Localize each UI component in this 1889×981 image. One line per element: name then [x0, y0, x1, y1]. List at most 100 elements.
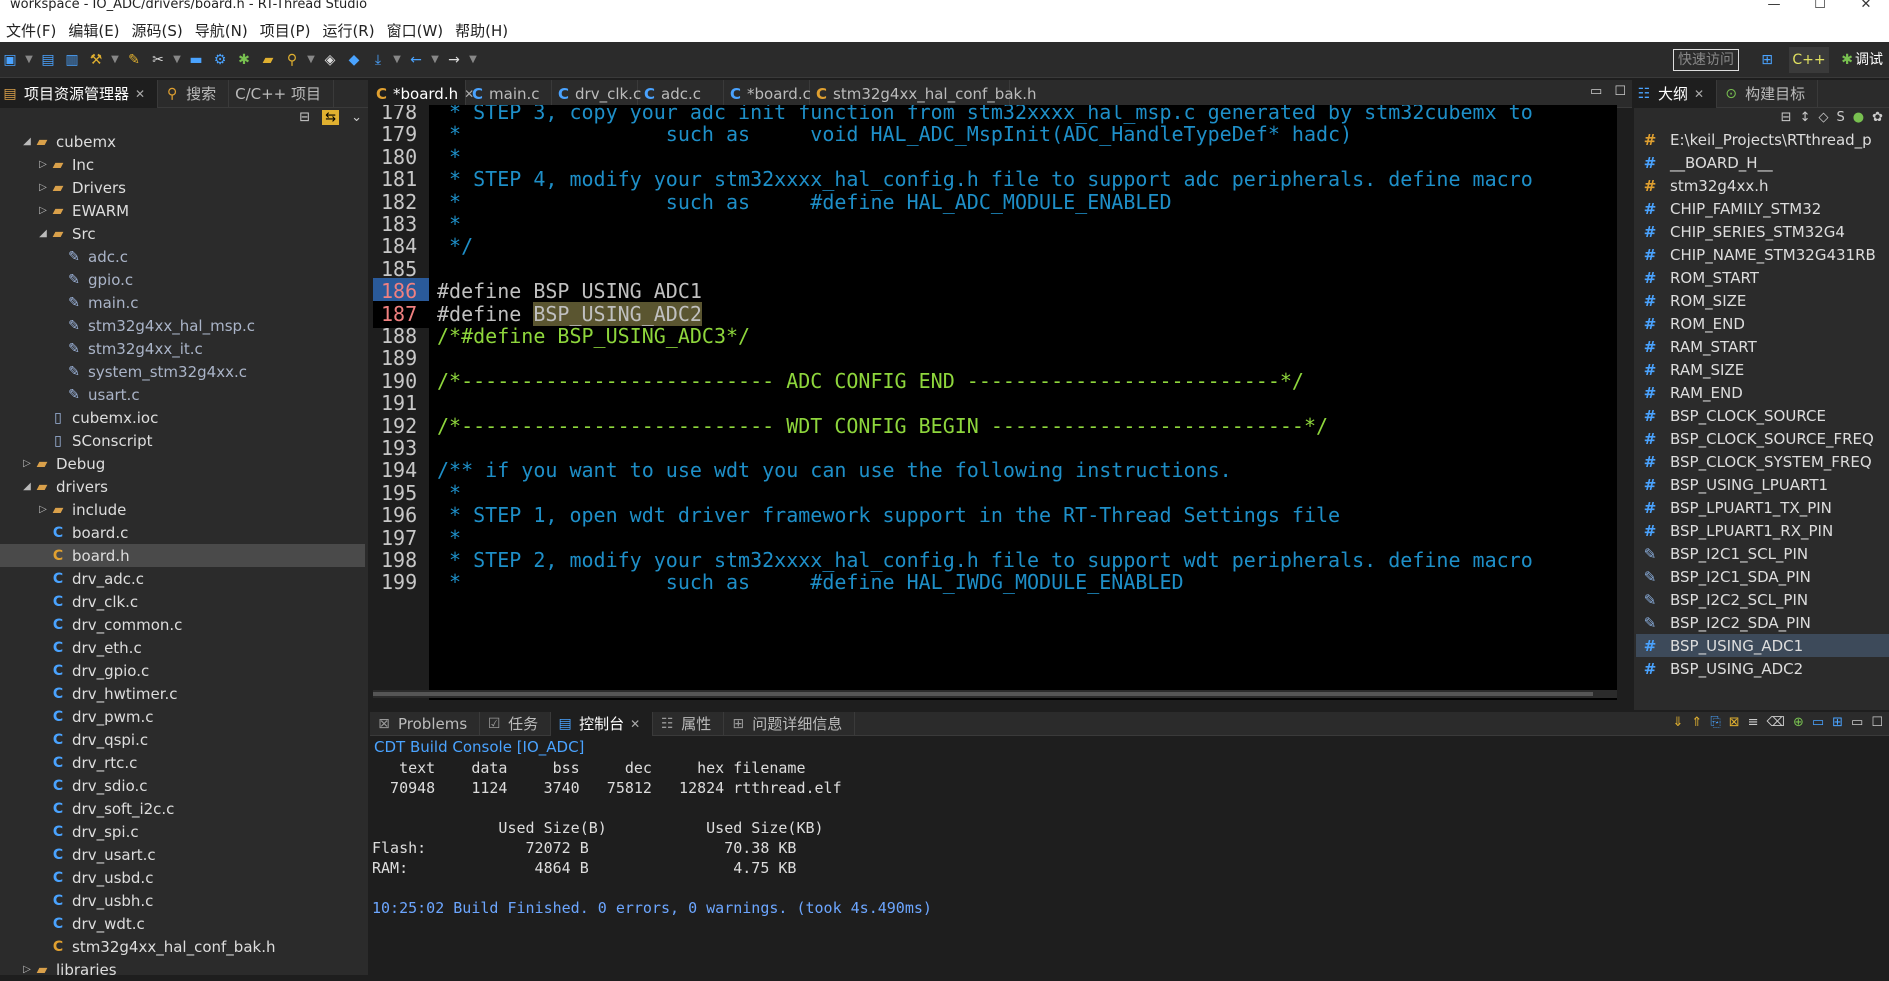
chevron-down-icon[interactable]: ▼ — [110, 49, 120, 71]
menu-source[interactable]: 源码(S) — [126, 20, 189, 41]
chevron-down-icon[interactable]: ▼ — [468, 49, 478, 71]
tree-item[interactable]: ◢ ▰ Src — [0, 222, 365, 245]
hide-fields-icon[interactable]: ◇ — [1818, 110, 1828, 125]
hide-nonpublic-icon[interactable]: ● — [1853, 110, 1864, 125]
chevron-down-icon[interactable]: ▼ — [430, 49, 440, 71]
collapsed-arrow-icon[interactable]: ▷ — [20, 458, 34, 469]
save-all-icon[interactable]: ▥ — [62, 49, 82, 71]
outline-item[interactable]: ✎ BSP_I2C2_SCL_PIN — [1636, 588, 1889, 611]
close-icon[interactable]: ✕ — [630, 717, 640, 731]
collapsed-arrow-icon[interactable]: ▷ — [36, 205, 50, 216]
hide-static-icon[interactable]: S — [1836, 110, 1844, 125]
tree-item[interactable]: Cdrv_clk.c — [0, 590, 365, 613]
tree-item[interactable]: Cdrv_usbd.c — [0, 866, 365, 889]
bottom-tab[interactable]: ⊠ Problems — [370, 711, 481, 736]
tree-item[interactable]: ▯ SConscript — [0, 429, 365, 452]
tree-item[interactable]: Cboard.c — [0, 521, 365, 544]
minimize-icon[interactable]: ▭ — [1851, 715, 1863, 730]
display-console-icon[interactable]: ▭ — [1812, 715, 1824, 730]
save-icon[interactable]: ▤ — [38, 49, 58, 71]
expanded-arrow-icon[interactable]: ◢ — [20, 136, 34, 147]
tree-item[interactable]: ▷ ▰ libraries — [0, 958, 365, 981]
close-button[interactable]: ✕ — [1843, 0, 1889, 18]
maximize-icon[interactable]: ☐ — [1871, 715, 1883, 730]
layers-icon[interactable]: ◆ — [344, 49, 364, 71]
tree-item[interactable]: Cdrv_soft_i2c.c — [0, 797, 365, 820]
collapsed-arrow-icon[interactable]: ▷ — [36, 504, 50, 515]
settings-icon[interactable]: ✿ — [1872, 110, 1883, 125]
chevron-down-icon[interactable]: ▼ — [172, 49, 182, 71]
clear-console-icon[interactable]: ⌫ — [1767, 715, 1785, 730]
tree-item[interactable]: ✎ system_stm32g4xx.c — [0, 360, 365, 383]
outline-item[interactable]: # BSP_USING_ADC1 — [1636, 634, 1889, 657]
tree-item[interactable]: Cdrv_rtc.c — [0, 751, 365, 774]
minimize-icon[interactable]: ▭ — [1590, 84, 1602, 99]
back-icon[interactable]: ← — [406, 49, 426, 71]
tree-item[interactable]: ✎ usart.c — [0, 383, 365, 406]
outline-item[interactable]: # BSP_LPUART1_RX_PIN — [1636, 519, 1889, 542]
package-icon[interactable]: ◈ — [320, 49, 340, 71]
code-editor[interactable]: 178 * STEP 3, copy your adc init functio… — [373, 105, 1617, 700]
menu-run[interactable]: 运行(R) — [316, 20, 380, 41]
expanded-arrow-icon[interactable]: ◢ — [20, 481, 34, 492]
outline-item[interactable]: # CHIP_SERIES_STM32G4 — [1636, 220, 1889, 243]
chevron-down-icon[interactable]: ▼ — [392, 49, 402, 71]
editor-tab[interactable]: Cmain.c — [466, 79, 552, 108]
tools-icon[interactable]: ✂ — [148, 49, 168, 71]
menu-window[interactable]: 窗口(W) — [381, 20, 450, 41]
close-icon[interactable]: ✕ — [135, 87, 145, 101]
outline-item[interactable]: # ROM_SIZE — [1636, 289, 1889, 312]
outline-item[interactable]: # RAM_END — [1636, 381, 1889, 404]
pin-icon[interactable]: ⊕ — [1793, 715, 1804, 730]
bottom-tab[interactable]: ☷ 属性 — [653, 711, 725, 736]
outline-item[interactable]: # ROM_END — [1636, 312, 1889, 335]
tree-item[interactable]: Cstm32g4xx_hal_conf_bak.h — [0, 935, 365, 958]
expanded-arrow-icon[interactable]: ◢ — [36, 228, 50, 239]
word-wrap-icon[interactable]: ≡ — [1748, 715, 1759, 730]
new-console-icon[interactable]: ⊞ — [1832, 715, 1843, 730]
settings-icon[interactable]: ⚙ — [210, 49, 230, 71]
tree-item[interactable]: Cdrv_usart.c — [0, 843, 365, 866]
menu-help[interactable]: 帮助(H) — [449, 20, 514, 41]
collapse-all-icon[interactable]: ⊟ — [1781, 110, 1792, 125]
chevron-down-icon[interactable]: ▼ — [24, 49, 34, 71]
outline-item[interactable]: ✎ BSP_I2C1_SDA_PIN — [1636, 565, 1889, 588]
perspective-grid-icon[interactable]: ⊞ — [1761, 47, 1773, 73]
link-editor-icon[interactable]: ⇆ — [322, 110, 340, 125]
tree-item[interactable]: Cdrv_adc.c — [0, 567, 365, 590]
editor-tab[interactable]: Cdrv_clk.c — [552, 79, 641, 108]
horizontal-scrollbar[interactable] — [373, 690, 1617, 698]
tree-item[interactable]: Cdrv_eth.c — [0, 636, 365, 659]
build-icon[interactable]: ⚒ — [86, 49, 106, 71]
outline-item[interactable]: # BSP_CLOCK_SYSTEM_FREQ — [1636, 450, 1889, 473]
maximize-button[interactable]: ☐ — [1797, 0, 1843, 18]
new-icon[interactable]: ▣ — [0, 49, 20, 71]
tree-item[interactable]: ✎ main.c — [0, 291, 365, 314]
tree-item[interactable]: Cboard.h — [0, 544, 365, 567]
outline-item[interactable]: # BSP_USING_ADC2 — [1636, 657, 1889, 680]
tree-item[interactable]: Cdrv_common.c — [0, 613, 365, 636]
scroll-lock-icon[interactable]: ⇓ — [1673, 715, 1684, 730]
tab-project-explorer[interactable]: ▤ 项目资源管理器 ✕ — [0, 79, 159, 108]
outline-item[interactable]: # __BOARD_H__ — [1636, 151, 1889, 174]
open-folder-icon[interactable]: ▰ — [258, 49, 278, 71]
tab-cpp-projects[interactable]: C/C++ 项目 — [229, 79, 334, 108]
view-menu-icon[interactable]: ⌄ — [351, 110, 362, 125]
outline-item[interactable]: ✎ BSP_I2C2_SDA_PIN — [1636, 611, 1889, 634]
tree-item[interactable]: Cdrv_pwm.c — [0, 705, 365, 728]
outline-item[interactable]: # ROM_START — [1636, 266, 1889, 289]
tree-item[interactable]: ▷ ▰ include — [0, 498, 365, 521]
arrow-up-icon[interactable]: ⇑ — [1691, 715, 1702, 730]
tree-item[interactable]: Cdrv_wdt.c — [0, 912, 365, 935]
download-icon[interactable]: ⤓ — [368, 49, 388, 71]
chevron-down-icon[interactable]: ▼ — [306, 49, 316, 71]
outline-item[interactable]: # BSP_USING_LPUART1 — [1636, 473, 1889, 496]
tree-item[interactable]: ◢ ▰ cubemx — [0, 130, 365, 153]
outline-item[interactable]: # BSP_CLOCK_SOURCE — [1636, 404, 1889, 427]
tab-outline[interactable]: ☷ 大纲 ✕ — [1634, 79, 1718, 108]
menu-project[interactable]: 项目(P) — [254, 20, 317, 41]
editor-tab[interactable]: Cstm32g4xx_hal_conf_bak.h — [810, 79, 1036, 108]
outline-item[interactable]: # CHIP_NAME_STM32G431RB — [1636, 243, 1889, 266]
outline-item[interactable]: # E:\keil_Projects\RTthread_p — [1636, 128, 1889, 151]
bottom-tab[interactable]: ☑ 任务 — [480, 711, 552, 736]
